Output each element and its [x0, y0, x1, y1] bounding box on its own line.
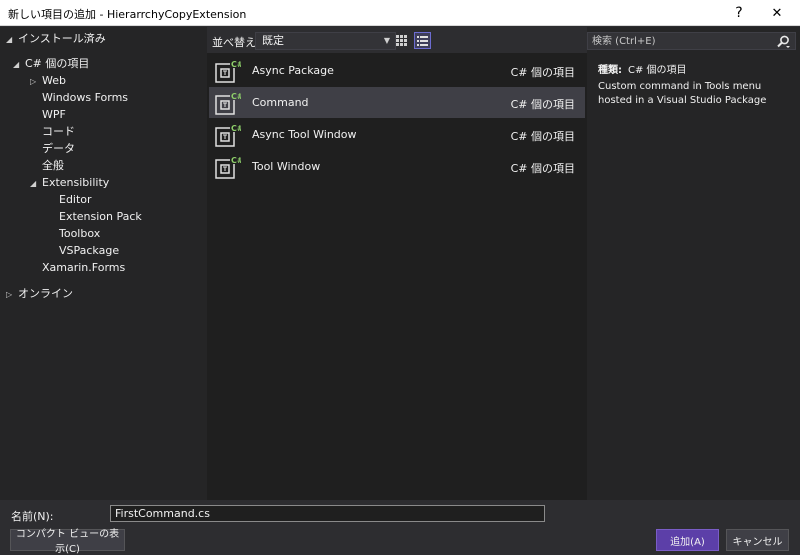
- search-input[interactable]: [588, 33, 768, 49]
- template-list: C# Async Package C# 個の項目 C# Command C# 個…: [207, 53, 587, 500]
- template-name: Command: [252, 96, 309, 109]
- tree-item-data[interactable]: データ: [42, 141, 75, 157]
- tree-item-wpf[interactable]: WPF: [42, 107, 66, 123]
- template-name: Tool Window: [252, 160, 321, 173]
- expanded-arrow-icon[interactable]: ◢: [13, 57, 25, 73]
- template-toolbar: 並べ替え: 既定 ▼: [207, 27, 587, 53]
- template-description: Custom command in Tools menu hosted in a…: [598, 81, 767, 106]
- tree-item-label: C# 個の項目: [25, 57, 90, 70]
- add-button[interactable]: 追加(A): [656, 529, 719, 551]
- sort-value: 既定: [262, 34, 284, 47]
- kind-row: 種類: C# 個の項目: [598, 61, 687, 76]
- tree-item-label: Toolbox: [59, 227, 101, 240]
- tree-item-installed[interactable]: ◢ インストール済み: [6, 31, 106, 47]
- tree-item-toolbox[interactable]: Toolbox: [59, 226, 100, 242]
- svg-text:C#: C#: [231, 156, 241, 165]
- tree-item-label: Extensibility: [42, 176, 110, 189]
- details-panel: 種類: C# 個の項目 Custom command in Tools menu …: [587, 27, 800, 500]
- dialog-footer: 名前(N): コンパクト ビューの表示(C) 追加(A) キャンセル: [0, 500, 800, 555]
- tree-item-label: 全般: [42, 159, 64, 172]
- tree-item-extension-pack[interactable]: Extension Pack: [59, 209, 142, 225]
- tree-item-xamarin-forms[interactable]: Xamarin.Forms: [42, 260, 125, 276]
- category-tree: ◢ インストール済み ◢ C# 個の項目 ▷ Web Windows Forms WP…: [0, 27, 207, 500]
- template-row[interactable]: C# Async Package C# 個の項目: [209, 55, 585, 86]
- template-name: Async Tool Window: [252, 128, 357, 141]
- search-icon[interactable]: [775, 34, 791, 50]
- tree-item-label: インストール済み: [18, 32, 106, 45]
- tree-item-label: オンライン: [18, 287, 73, 300]
- grid-icon: [396, 35, 407, 46]
- expanded-arrow-icon[interactable]: ◢: [6, 32, 18, 48]
- sort-label: 並べ替え:: [212, 36, 260, 49]
- tree-item-csharp[interactable]: ◢ C# 個の項目: [13, 56, 89, 72]
- tree-item-label: Extension Pack: [59, 210, 142, 223]
- svg-text:C#: C#: [231, 60, 241, 69]
- template-language: C# 個の項目: [510, 162, 575, 175]
- csharp-template-icon: C#: [215, 123, 241, 147]
- csharp-template-icon: C#: [215, 59, 241, 83]
- sort-dropdown[interactable]: 既定 ▼: [255, 32, 396, 50]
- tree-item-windows-forms[interactable]: Windows Forms: [42, 90, 128, 106]
- window-title: 新しい項目の追加 - HierarrchyCopyExtension: [8, 8, 247, 21]
- collapsed-arrow-icon[interactable]: ▷: [6, 287, 18, 303]
- cancel-button[interactable]: キャンセル: [726, 529, 789, 551]
- close-button[interactable]: ✕: [754, 0, 800, 26]
- tree-item-label: コード: [42, 125, 75, 138]
- kind-value: C# 個の項目: [628, 65, 687, 76]
- csharp-template-icon: C#: [215, 91, 241, 115]
- tree-item-general[interactable]: 全般: [42, 158, 64, 174]
- title-bar: 新しい項目の追加 - HierarrchyCopyExtension ? ✕: [0, 0, 800, 26]
- svg-text:C#: C#: [231, 92, 241, 101]
- search-box: [587, 32, 796, 50]
- tree-item-web[interactable]: ▷ Web: [30, 73, 66, 89]
- tree-item-vspackage[interactable]: VSPackage: [59, 243, 119, 259]
- template-row[interactable]: C# Tool Window C# 個の項目: [209, 151, 585, 182]
- template-row-selected[interactable]: C# Command C# 個の項目: [209, 87, 585, 118]
- template-row[interactable]: C# Async Tool Window C# 個の項目: [209, 119, 585, 150]
- tree-item-label: Editor: [59, 193, 92, 206]
- expanded-arrow-icon[interactable]: ◢: [30, 176, 42, 192]
- tree-item-label: Windows Forms: [42, 91, 129, 104]
- grid-view-button[interactable]: [393, 32, 410, 49]
- tree-item-editor[interactable]: Editor: [59, 192, 92, 208]
- kind-label: 種類:: [598, 65, 622, 76]
- name-label: 名前(N):: [11, 510, 54, 523]
- csharp-template-icon: C#: [215, 155, 241, 179]
- name-field[interactable]: [110, 505, 545, 522]
- template-language: C# 個の項目: [510, 98, 575, 111]
- template-language: C# 個の項目: [510, 130, 575, 143]
- template-name: Async Package: [252, 64, 334, 77]
- tree-item-online[interactable]: ▷ オンライン: [6, 286, 73, 302]
- tree-item-label: Web: [42, 74, 66, 87]
- tree-item-label: データ: [42, 142, 75, 155]
- list-view-button[interactable]: [414, 32, 431, 49]
- compact-view-button[interactable]: コンパクト ビューの表示(C): [10, 529, 125, 555]
- svg-text:C#: C#: [231, 124, 241, 133]
- tree-item-label: WPF: [42, 108, 66, 121]
- tree-item-label: Xamarin.Forms: [42, 261, 126, 274]
- chevron-down-icon: ▼: [383, 36, 390, 45]
- tree-item-code[interactable]: コード: [42, 124, 75, 140]
- tree-item-extensibility[interactable]: ◢ Extensibility: [30, 175, 109, 191]
- list-icon: [417, 36, 428, 46]
- template-language: C# 個の項目: [510, 66, 575, 79]
- collapsed-arrow-icon[interactable]: ▷: [30, 74, 42, 90]
- tree-item-label: VSPackage: [59, 244, 120, 257]
